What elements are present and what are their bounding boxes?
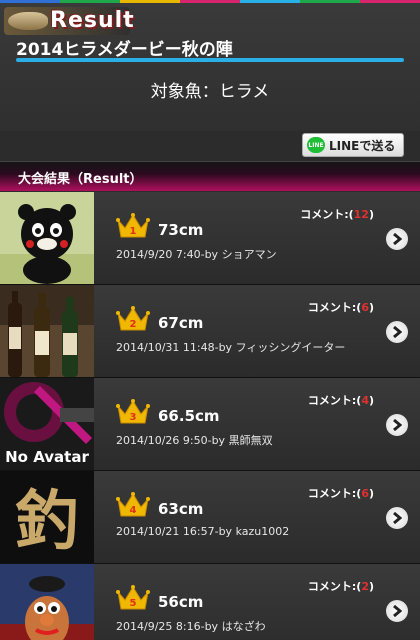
rank-number: 2 — [130, 319, 137, 330]
avatar — [0, 564, 94, 640]
header: Result 2014ヒラメダービー秋の陣 対象魚：ヒラメ — [0, 3, 420, 131]
kanji-thumb-text: 釣 — [15, 484, 79, 559]
result-row[interactable]: No Avatar 3 66.5cm 2014/10/26 9:50-by 黒師… — [0, 378, 420, 471]
catch-meta: 2014/9/20 7:40-by ショアマン — [116, 246, 277, 262]
chevron-right-icon — [393, 512, 402, 524]
catch-size: 67cm — [158, 314, 204, 332]
comment-close: ) — [368, 208, 374, 221]
catch-meta: 2014/10/31 11:48-by フィッシングイーター — [116, 339, 345, 355]
rank-number: 4 — [130, 505, 137, 516]
angler-name: ショアマン — [221, 248, 277, 261]
by-label: -by — [207, 434, 229, 447]
chevron-right-icon — [393, 419, 402, 431]
catch-size: 56cm — [158, 593, 204, 611]
comment-count: コメント:(6) — [308, 299, 374, 315]
page-title: 2014ヒラメダービー秋の陣 — [16, 40, 233, 60]
comment-label: コメント:( — [307, 580, 362, 593]
comment-label: コメント:( — [307, 487, 362, 500]
section-title: 大会結果（Result） — [18, 172, 143, 187]
comment-close: ) — [368, 394, 374, 407]
catch-size: 63cm — [158, 500, 204, 518]
catch-meta: 2014/10/26 9:50-by 黒師無双 — [116, 432, 273, 448]
catch-date: 2014/9/25 8:16 — [116, 620, 201, 633]
fish-icon — [8, 12, 48, 30]
by-label: -by — [214, 341, 236, 354]
result-row[interactable]: 釣 4 63cm 2014/10/21 16:57-by kazu1002 コメ… — [0, 471, 420, 564]
line-share-label: LINEで送る — [329, 138, 396, 153]
result-row[interactable]: 5 56cm 2014/9/25 8:16-by はなざわ コメント:(2) — [0, 564, 420, 640]
crown-icon: 2 — [116, 306, 150, 331]
crown-icon: 5 — [116, 585, 150, 610]
comment-number: 4 — [361, 394, 369, 407]
title-underline — [16, 58, 404, 62]
crown-icon: 3 — [116, 399, 150, 424]
angler-name: 黒師無双 — [228, 434, 273, 447]
comment-number: 6 — [361, 487, 369, 500]
catch-date: 2014/10/26 9:50 — [116, 434, 208, 447]
by-label: -by — [200, 248, 222, 261]
crown-icon: 1 — [116, 213, 150, 238]
catch-date: 2014/9/20 7:40 — [116, 248, 201, 261]
detail-arrow-button[interactable] — [386, 321, 408, 343]
comment-label: コメント:( — [307, 301, 362, 314]
chevron-right-icon — [393, 233, 402, 245]
comment-count: コメント:(12) — [300, 206, 374, 222]
section-header: 大会結果（Result） — [0, 161, 420, 191]
detail-arrow-button[interactable] — [386, 414, 408, 436]
avatar — [0, 285, 94, 377]
comment-close: ) — [368, 487, 374, 500]
detail-arrow-button[interactable] — [386, 507, 408, 529]
line-share-button[interactable]: LINE LINEで送る — [302, 133, 404, 157]
rank-number: 5 — [130, 598, 137, 609]
avatar: 釣 — [0, 471, 94, 563]
chevron-right-icon — [393, 605, 402, 617]
results-list: 1 73cm 2014/9/20 7:40-by ショアマン コメント:(12) — [0, 192, 420, 640]
by-label: -by — [200, 620, 222, 633]
target-fish-label: 対象魚：ヒラメ — [150, 82, 270, 102]
comment-label: コメント:( — [300, 208, 354, 221]
comment-number: 2 — [361, 580, 369, 593]
comment-count: コメント:(6) — [308, 485, 374, 501]
angler-name: フィッシングイーター — [235, 341, 346, 354]
catch-date: 2014/10/21 16:57 — [116, 525, 215, 538]
chevron-right-icon — [393, 326, 402, 338]
catch-date: 2014/10/31 11:48 — [116, 341, 215, 354]
angler-name: はなざわ — [221, 620, 266, 633]
detail-arrow-button[interactable] — [386, 228, 408, 250]
comment-close: ) — [368, 301, 374, 314]
no-avatar-label: No Avatar — [5, 448, 89, 466]
catch-meta: 2014/9/25 8:16-by はなざわ — [116, 618, 266, 634]
detail-arrow-button[interactable] — [386, 600, 408, 622]
avatar: No Avatar — [0, 378, 94, 470]
comment-number: 12 — [353, 208, 369, 221]
by-label: -by — [214, 525, 236, 538]
result-row[interactable]: 1 73cm 2014/9/20 7:40-by ショアマン コメント:(12) — [0, 192, 420, 285]
rank-number: 1 — [130, 226, 137, 237]
catch-size: 66.5cm — [158, 407, 220, 425]
comment-number: 6 — [361, 301, 369, 314]
logo-text: Result — [50, 8, 135, 33]
catch-meta: 2014/10/21 16:57-by kazu1002 — [116, 525, 289, 538]
comment-close: ) — [368, 580, 374, 593]
comment-label: コメント:( — [307, 394, 362, 407]
result-logo: Result — [4, 7, 134, 35]
avatar — [0, 192, 94, 284]
angler-name: kazu1002 — [235, 525, 290, 538]
catch-size: 73cm — [158, 221, 204, 239]
comment-count: コメント:(2) — [308, 578, 374, 594]
result-row[interactable]: 2 67cm 2014/10/31 11:48-by フィッシングイーター コメ… — [0, 285, 420, 378]
crown-icon: 4 — [116, 492, 150, 517]
line-icon: LINE — [307, 137, 325, 153]
comment-count: コメント:(4) — [308, 392, 374, 408]
rank-number: 3 — [130, 412, 137, 423]
